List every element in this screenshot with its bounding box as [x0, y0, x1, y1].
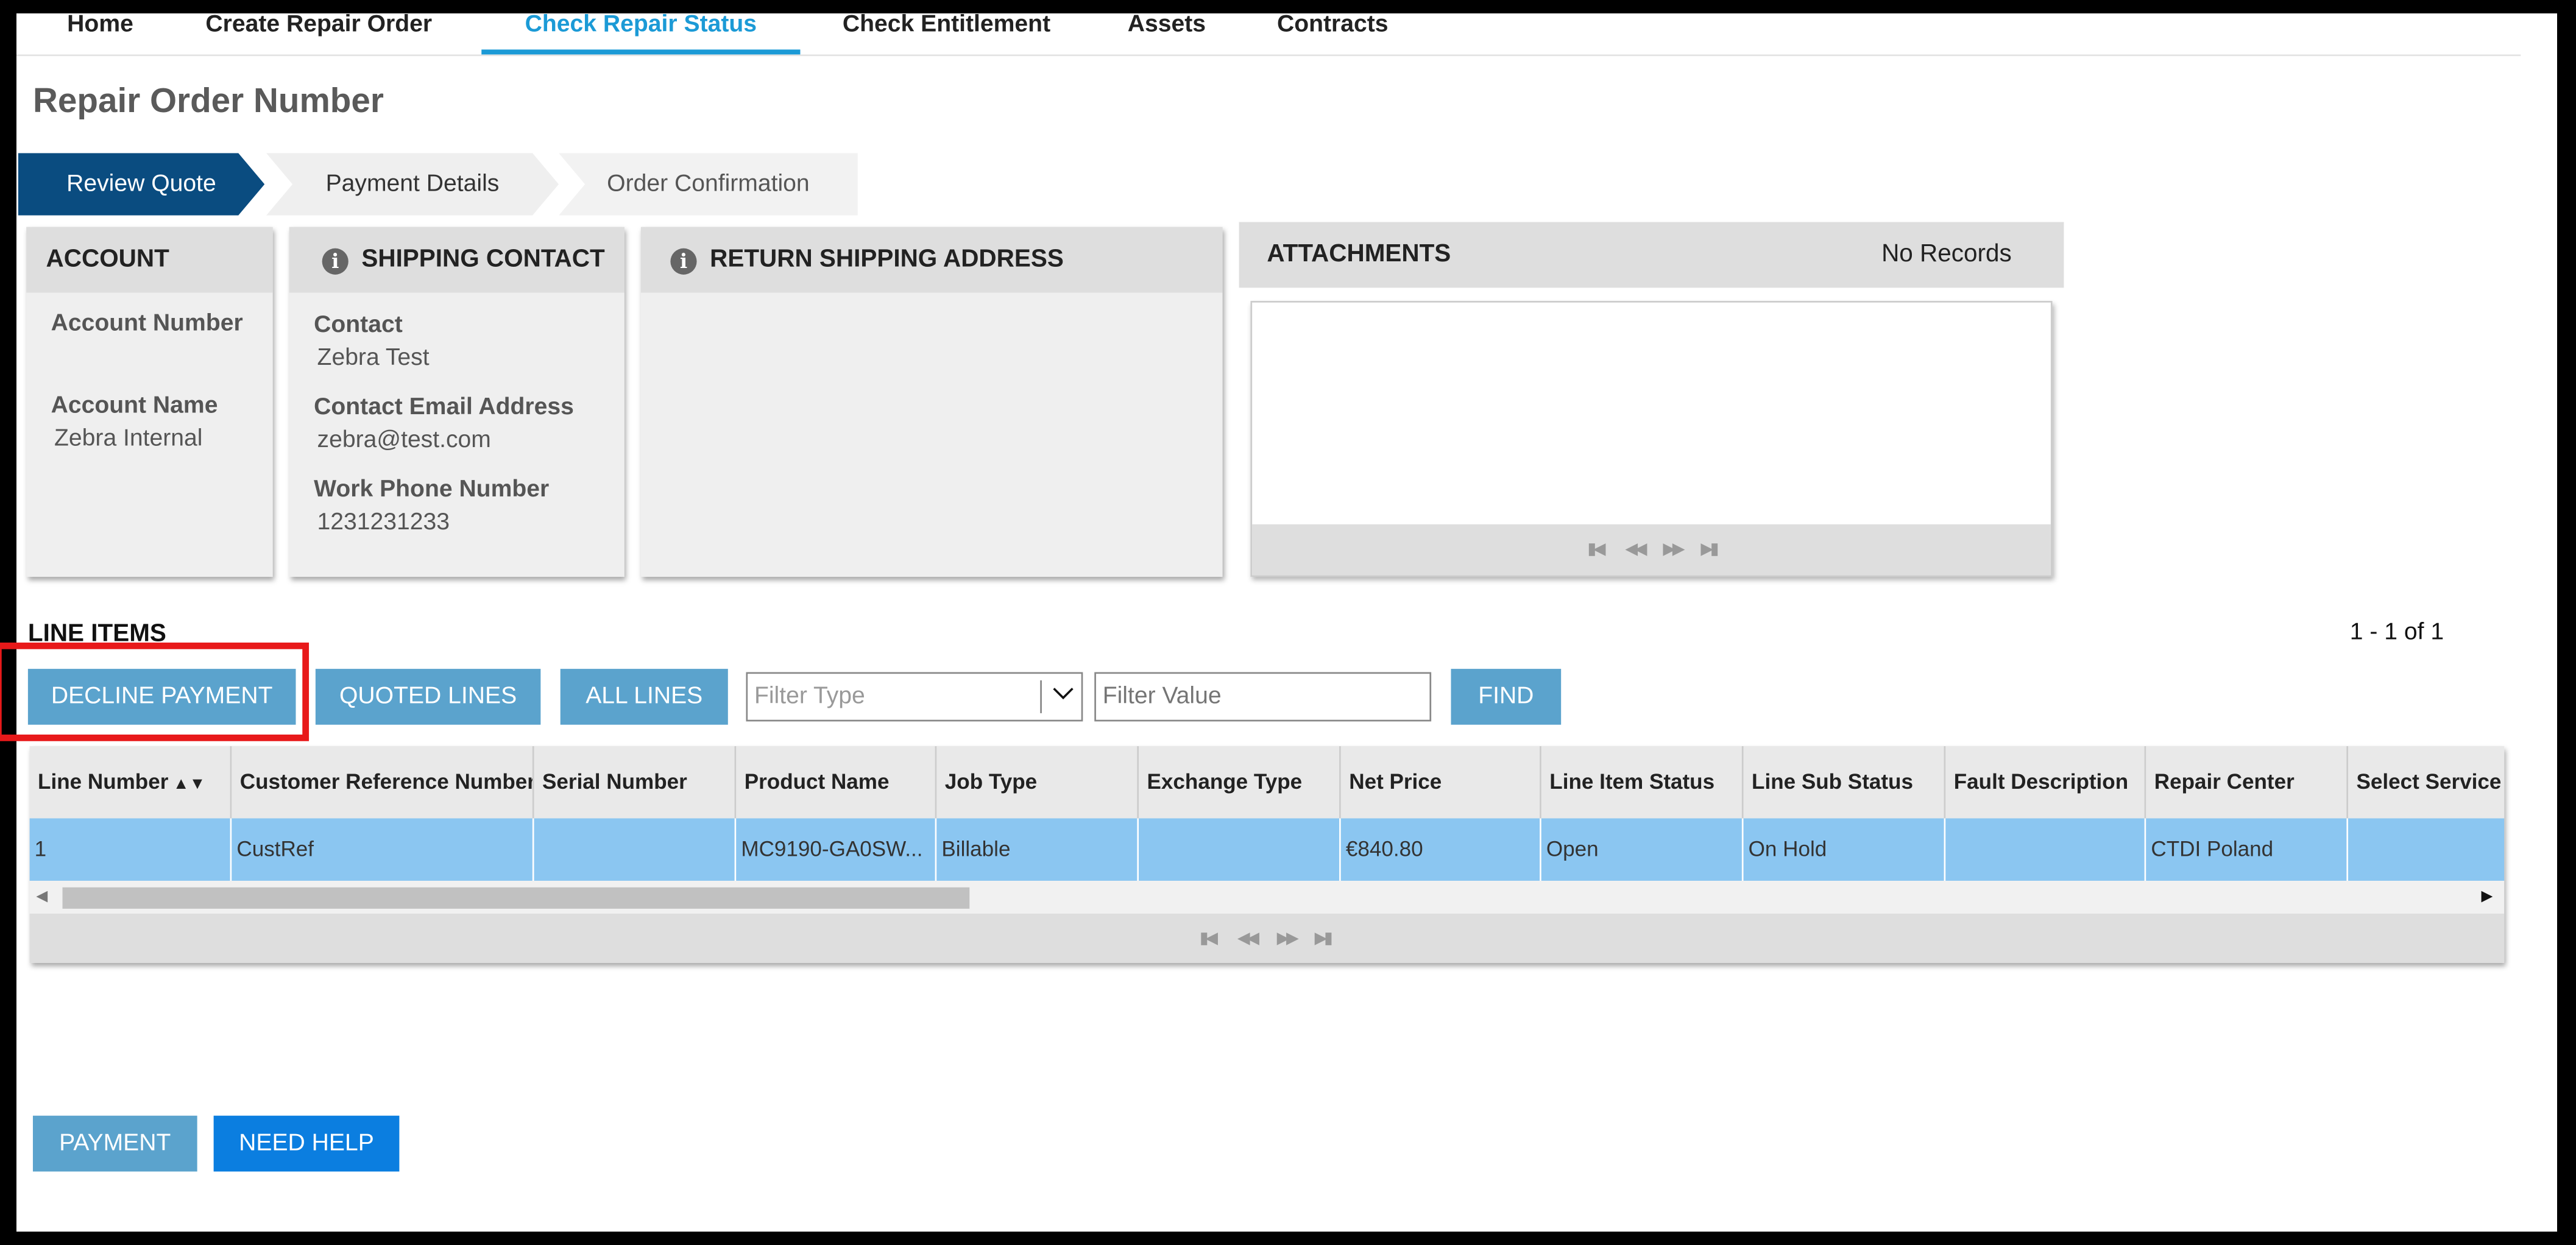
shipping-contact-card: i SHIPPING CONTACT Contact Zebra Test Con… [289, 227, 625, 577]
filter-type-select[interactable]: Filter Type ⌵ [746, 672, 1083, 722]
contact-email-label: Contact Email Address [314, 394, 574, 421]
attachments-pager: ▮◀ ◀◀ ▶▶ ▶▮ [1252, 524, 2051, 576]
sort-icon[interactable]: ▲▼ [168, 775, 205, 794]
all-lines-button[interactable]: ALL LINES [560, 669, 728, 725]
cell-repair-center: CTDI Poland [2146, 818, 2349, 881]
cell-customer-reference: CustRef [232, 818, 534, 881]
payment-button[interactable]: PAYMENT [32, 1115, 197, 1172]
cell-serial-number [534, 818, 737, 881]
cell-fault-description [1945, 818, 2146, 881]
column-header-line-sub-status[interactable]: Line Sub Status [1743, 746, 1946, 819]
work-phone-value: 1231231233 [317, 509, 450, 536]
table-row[interactable]: 1 CustRef MC9190-GA0SW... Billable €840.… [29, 818, 2505, 881]
page-title: Repair Order Number [32, 82, 384, 121]
step-review-quote[interactable]: Review Quote [18, 153, 265, 216]
first-page-icon[interactable]: ▮◀ [1587, 541, 1605, 559]
column-header-repair-center[interactable]: Repair Center [2146, 746, 2349, 819]
scroll-left-icon[interactable]: ◀ [36, 887, 48, 906]
next-page-icon[interactable]: ▶▶ [1277, 930, 1299, 948]
nav-tab-create-repair-order[interactable]: Create Repair Order [181, 13, 457, 54]
column-header-net-price[interactable]: Net Price [1340, 746, 1541, 819]
nav-tab-contracts[interactable]: Contracts [1257, 13, 1408, 54]
account-card: ACCOUNT Account Number Account Name Zebr… [26, 227, 273, 577]
step-order-confirmation[interactable]: Order Confirmation [559, 153, 858, 216]
info-icon[interactable]: i [670, 248, 697, 275]
account-name-value: Zebra Internal [54, 425, 203, 453]
next-page-icon[interactable]: ▶▶ [1663, 541, 1685, 559]
return-shipping-title: i RETURN SHIPPING ADDRESS [640, 227, 1223, 293]
first-page-icon[interactable]: ▮◀ [1200, 930, 1218, 948]
contact-label: Contact [314, 312, 403, 339]
attachments-status: No Records [1881, 240, 2012, 269]
filter-value-input[interactable] [1094, 672, 1432, 722]
top-nav: Home Create Repair Order Check Repair St… [16, 13, 2521, 57]
scrollbar-thumb[interactable] [62, 887, 970, 909]
nav-tab-assets[interactable]: Assets [1109, 13, 1225, 54]
select-divider [1040, 680, 1042, 713]
work-phone-label: Work Phone Number [314, 476, 550, 503]
find-button[interactable]: FIND [1451, 669, 1562, 725]
step-payment-details[interactable]: Payment Details [266, 153, 559, 216]
line-items-count: 1 - 1 of 1 [2349, 619, 2444, 646]
chevron-down-icon[interactable]: ⌵ [1053, 677, 1074, 707]
nav-tab-check-entitlement[interactable]: Check Entitlement [822, 13, 1072, 54]
need-help-button[interactable]: NEED HELP [213, 1115, 400, 1172]
column-header-line-item-status[interactable]: Line Item Status [1541, 746, 1744, 819]
cell-net-price: €840.80 [1340, 818, 1541, 881]
contact-value: Zebra Test [317, 345, 430, 372]
cell-select-service [2348, 818, 2505, 881]
shipping-contact-title: i SHIPPING CONTACT [289, 227, 625, 293]
grid-pager: ▮◀ ◀◀ ▶▶ ▶▮ [29, 913, 2505, 963]
column-header-customer-reference[interactable]: Customer Reference Number [232, 746, 534, 819]
attachments-header: ATTACHMENTS No Records [1239, 222, 2064, 288]
last-page-icon[interactable]: ▶▮ [1700, 541, 1719, 559]
column-header-select-service[interactable]: Select Service [2348, 746, 2505, 819]
cell-line-item-status: Open [1541, 818, 1744, 881]
prev-page-icon[interactable]: ◀◀ [1237, 930, 1259, 948]
quoted-lines-button[interactable]: QUOTED LINES [315, 669, 541, 725]
contact-email-value: zebra@test.com [317, 427, 491, 454]
account-card-title: ACCOUNT [26, 227, 273, 293]
account-name-label: Account Name [51, 393, 218, 420]
last-page-icon[interactable]: ▶▮ [1315, 930, 1333, 948]
highlight-box [0, 642, 310, 741]
column-header-fault-description[interactable]: Fault Description [1945, 746, 2146, 819]
column-header-line-number[interactable]: Line Number ▲▼ [29, 746, 232, 819]
return-shipping-card: i RETURN SHIPPING ADDRESS [640, 227, 1223, 577]
account-number-label: Account Number [51, 311, 243, 337]
column-header-exchange-type[interactable]: Exchange Type [1139, 746, 1341, 819]
scroll-right-icon[interactable]: ▶ [2482, 887, 2493, 906]
nav-tab-home[interactable]: Home [49, 13, 151, 54]
column-header-job-type[interactable]: Job Type [936, 746, 1139, 819]
attachments-list: ▮◀ ◀◀ ▶▶ ▶▮ [1250, 300, 2053, 577]
prev-page-icon[interactable]: ◀◀ [1625, 541, 1647, 559]
horizontal-scrollbar[interactable]: ◀ ▶ [29, 881, 2505, 914]
cell-exchange-type [1139, 818, 1341, 881]
column-header-product-name[interactable]: Product Name [736, 746, 937, 819]
column-header-serial-number[interactable]: Serial Number [534, 746, 737, 819]
cell-line-number: 1 [29, 818, 232, 881]
cell-job-type: Billable [936, 818, 1139, 881]
line-items-grid: Line Number ▲▼ Customer Reference Number… [29, 746, 2505, 963]
app-window: Home Create Repair Order Check Repair St… [0, 13, 2557, 1232]
column-header-label: Line Number [38, 769, 169, 794]
nav-tab-check-repair-status[interactable]: Check Repair Status [481, 13, 801, 55]
filter-type-placeholder: Filter Type [754, 683, 865, 710]
cell-line-sub-status: On Hold [1743, 818, 1946, 881]
shipping-contact-title-text: SHIPPING CONTACT [361, 245, 605, 273]
return-shipping-title-text: RETURN SHIPPING ADDRESS [710, 245, 1064, 273]
attachments-title: ATTACHMENTS [1267, 240, 1451, 269]
cell-product-name: MC9190-GA0SW... [736, 818, 937, 881]
info-icon[interactable]: i [322, 248, 349, 275]
